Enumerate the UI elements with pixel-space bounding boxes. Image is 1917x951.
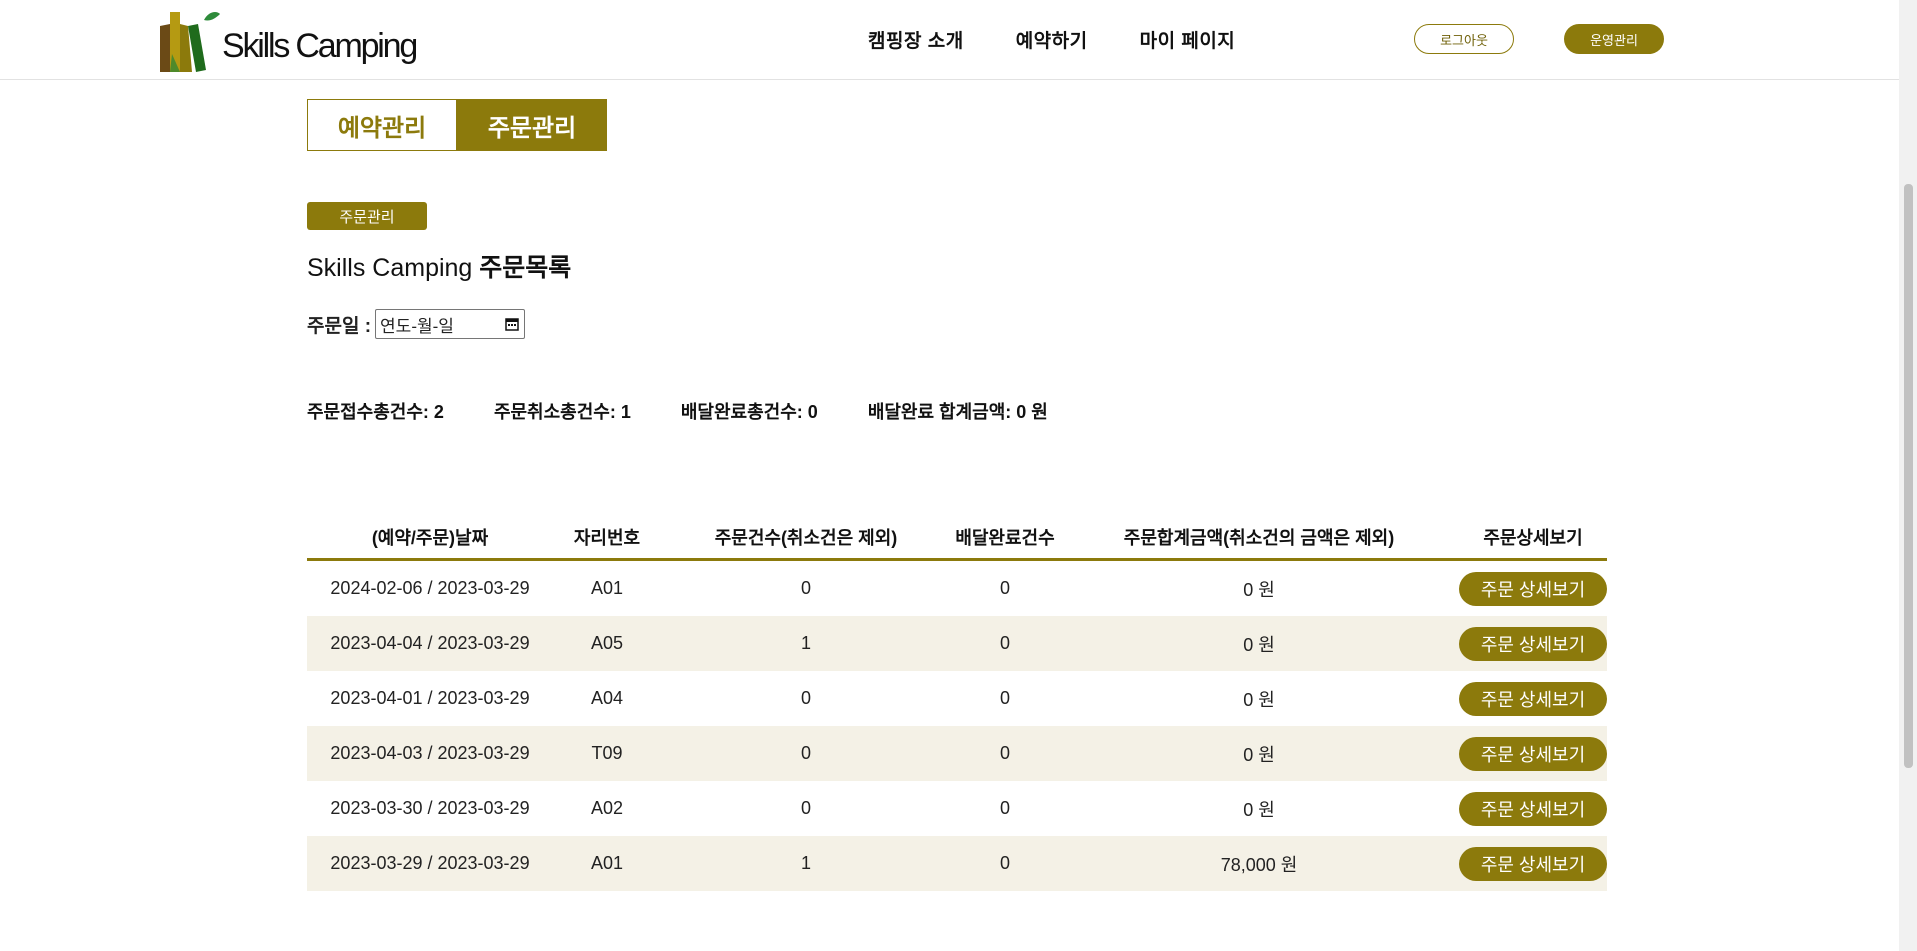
title-bold: 주문목록 xyxy=(479,254,572,282)
order-detail-button[interactable]: 주문 상세보기 xyxy=(1459,571,1607,606)
order-detail-button[interactable]: 주문 상세보기 xyxy=(1459,626,1607,661)
site-header: Skills Camping 캠핑장 소개 예약하기 마이 페이지 로그아웃 운… xyxy=(0,0,1899,80)
cell-detail: 주문 상세보기 xyxy=(1459,626,1607,661)
logo-icon xyxy=(160,12,220,72)
order-detail-button[interactable]: 주문 상세보기 xyxy=(1459,681,1607,716)
calendar-icon[interactable] xyxy=(504,316,520,332)
cell-total-amount: 0 원 xyxy=(1243,744,1275,765)
logo-text: Skills Camping xyxy=(222,26,418,65)
order-date-input[interactable]: 연도-월-일 xyxy=(375,309,526,339)
header-detail: 주문상세보기 xyxy=(1483,528,1583,548)
header-seat: 자리번호 xyxy=(573,528,641,548)
order-table: (예약/주문)날짜 자리번호 주문건수(취소건은 제외) 배달완료건수 주문합계… xyxy=(307,516,1607,891)
admin-button[interactable]: 운영관리 xyxy=(1564,24,1664,54)
table-header: (예약/주문)날짜 자리번호 주문건수(취소건은 제외) 배달완료건수 주문합계… xyxy=(307,516,1607,561)
cell-order-count: 0 xyxy=(800,743,811,763)
stat-cancelled: 주문취소총건수: 1 xyxy=(493,402,631,422)
nav-camping-intro[interactable]: 캠핑장 소개 xyxy=(868,26,964,53)
cell-total-amount: 78,000 원 xyxy=(1220,854,1298,875)
tab-order-management[interactable]: 주문관리 xyxy=(457,99,607,151)
cell-seat: A01 xyxy=(590,578,624,598)
table-body: 2024-02-06 / 2023-03-29 A01 0 0 0 원 주문 상세보기 20… xyxy=(307,561,1607,891)
logout-button[interactable]: 로그아웃 xyxy=(1414,24,1514,54)
cell-total-amount: 0 원 xyxy=(1243,799,1275,820)
cell-order-count: 0 xyxy=(800,688,811,708)
cell-total-amount: 0 원 xyxy=(1243,689,1275,710)
cell-detail: 주문 상세보기 xyxy=(1459,681,1607,716)
cell-order-count: 1 xyxy=(800,853,811,873)
main-nav: 캠핑장 소개 예약하기 마이 페이지 xyxy=(868,26,1235,53)
header-total-amount: 주문합계금액(취소건의 금액은 제외) xyxy=(1123,528,1395,548)
scrollbar[interactable] xyxy=(1899,0,1917,951)
date-placeholder: 연도-월-일 xyxy=(380,316,454,336)
cell-delivered-count: 0 xyxy=(999,688,1010,708)
tab-reservation-management[interactable]: 예약관리 xyxy=(307,99,457,151)
table-row: 2023-03-30 / 2023-03-29 A02 0 0 0 원 주문 상세보기 xyxy=(307,781,1607,836)
logo[interactable]: Skills Camping xyxy=(158,10,418,74)
cell-delivered-count: 0 xyxy=(999,853,1010,873)
cell-order-count: 0 xyxy=(800,578,811,598)
admin-tabs: 예약관리 주문관리 xyxy=(307,99,607,151)
cell-date: 2023-04-03 / 2023-03-29 xyxy=(330,743,530,763)
nav-reservation[interactable]: 예약하기 xyxy=(1016,26,1088,53)
cell-detail: 주문 상세보기 xyxy=(1459,736,1607,771)
cell-seat: T09 xyxy=(591,743,623,763)
header-order-count: 주문건수(취소건은 제외) xyxy=(714,528,898,548)
cell-date: 2023-03-30 / 2023-03-29 xyxy=(330,798,530,818)
cell-detail: 주문 상세보기 xyxy=(1459,571,1607,606)
title-prefix: Skills Camping xyxy=(307,254,473,282)
cell-seat: A05 xyxy=(590,633,624,653)
order-detail-button[interactable]: 주문 상세보기 xyxy=(1459,846,1607,881)
scrollbar-thumb[interactable] xyxy=(1904,184,1913,768)
cell-date: 2023-03-29 / 2023-03-29 xyxy=(330,853,530,873)
nav-my-page[interactable]: 마이 페이지 xyxy=(1140,26,1236,53)
cell-seat: A02 xyxy=(590,798,624,818)
cell-date: 2023-04-04 / 2023-03-29 xyxy=(330,633,530,653)
stat-delivered-amount: 배달완료 합계금액: 0 원 xyxy=(867,402,1048,422)
date-filter-label: 주문일 : xyxy=(307,315,372,337)
page-title: Skills Camping 주문목록 xyxy=(307,248,571,284)
stat-delivered: 배달완료총건수: 0 xyxy=(680,402,818,422)
table-row: 2023-03-29 / 2023-03-29 A01 1 0 78,000 원 주문 상… xyxy=(307,836,1607,891)
cell-total-amount: 0 원 xyxy=(1243,579,1275,600)
cell-date: 2023-04-01 / 2023-03-29 xyxy=(330,688,530,708)
date-filter: 주문일 : 연도-월-일 xyxy=(307,309,526,339)
order-stats: 주문접수총건수: 2 주문취소총건수: 1 배달완료총건수: 0 배달완료 합계… xyxy=(307,398,1098,424)
order-detail-button[interactable]: 주문 상세보기 xyxy=(1459,791,1607,826)
table-row: 2023-04-03 / 2023-03-29 T09 0 0 0 원 주문 상세보기 xyxy=(307,726,1607,781)
table-row: 2024-02-06 / 2023-03-29 A01 0 0 0 원 주문 상세보기 xyxy=(307,561,1607,616)
table-row: 2023-04-04 / 2023-03-29 A05 1 0 0 원 주문 상세보기 xyxy=(307,616,1607,671)
cell-delivered-count: 0 xyxy=(999,743,1010,763)
cell-seat: A04 xyxy=(590,688,624,708)
cell-total-amount: 0 원 xyxy=(1243,634,1275,655)
stat-received: 주문접수총건수: 2 xyxy=(307,402,444,422)
header-date: (예약/주문)날짜 xyxy=(371,528,489,548)
cell-delivered-count: 0 xyxy=(999,578,1010,598)
cell-delivered-count: 0 xyxy=(999,798,1010,818)
cell-date: 2024-02-06 / 2023-03-29 xyxy=(330,578,530,598)
header-delivered-count: 배달완료건수 xyxy=(955,528,1055,548)
cell-detail: 주문 상세보기 xyxy=(1459,791,1607,826)
cell-order-count: 1 xyxy=(800,633,811,653)
cell-seat: A01 xyxy=(590,853,624,873)
table-row: 2023-04-01 / 2023-03-29 A04 0 0 0 원 주문 상세보기 xyxy=(307,671,1607,726)
cell-detail: 주문 상세보기 xyxy=(1459,846,1607,881)
cell-order-count: 0 xyxy=(800,798,811,818)
order-detail-button[interactable]: 주문 상세보기 xyxy=(1459,736,1607,771)
cell-delivered-count: 0 xyxy=(999,633,1010,653)
section-badge: 주문관리 xyxy=(307,202,427,230)
